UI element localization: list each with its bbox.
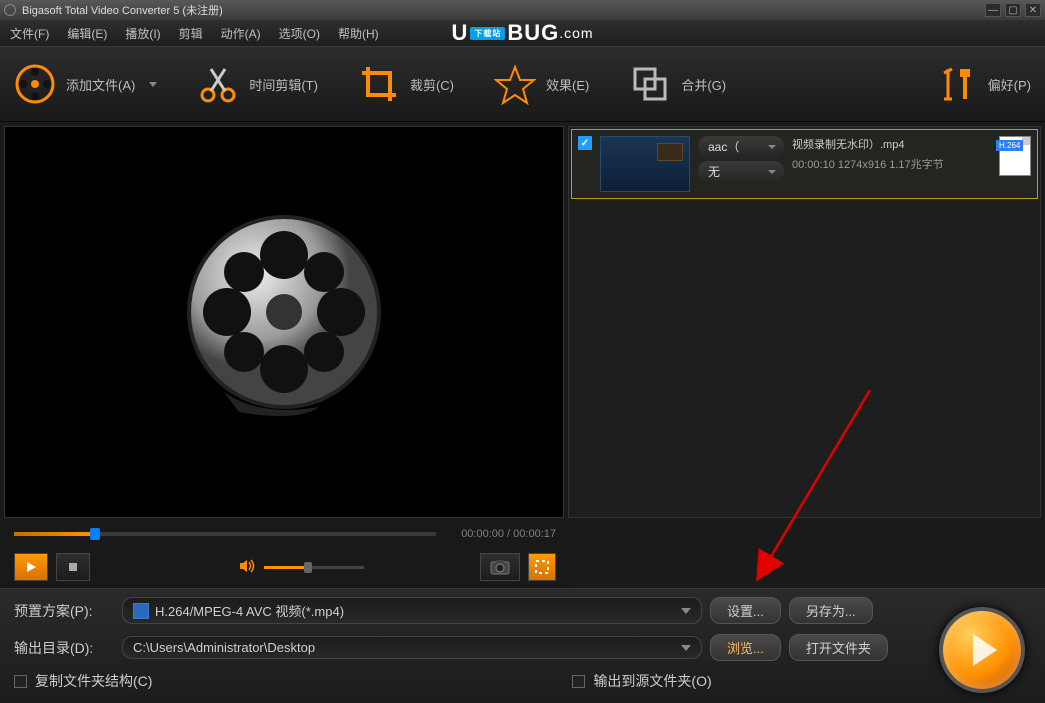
reel-icon: [14, 63, 56, 105]
minimize-button[interactable]: —: [985, 3, 1001, 17]
film-reel-image: [169, 207, 399, 437]
format-icon: [133, 603, 149, 619]
stop-button[interactable]: [56, 553, 90, 581]
menu-option[interactable]: 选项(O): [279, 25, 320, 42]
chevron-down-icon: [681, 608, 691, 614]
output-dir-label: 输出目录(D):: [14, 638, 114, 658]
preset-value: H.264/MPEG-4 AVC 视频(*.mp4): [155, 601, 344, 620]
convert-button[interactable]: [939, 607, 1025, 693]
file-checkbox[interactable]: ✓: [578, 136, 592, 150]
title-bar: Bigasoft Total Video Converter 5 (未注册) —…: [0, 0, 1045, 20]
effect-button[interactable]: 效果(E): [494, 63, 589, 105]
codec-badge: H.264: [996, 140, 1023, 151]
main-area: ✓ aac（ 无 视频录制无水印）.mp4 00:00:10 1274x916 …: [0, 122, 1045, 522]
menu-trim[interactable]: 剪辑: [179, 25, 203, 42]
file-list-panel: ✓ aac（ 无 视频录制无水印）.mp4 00:00:10 1274x916 …: [568, 126, 1041, 518]
star-icon: [494, 63, 536, 105]
merge-label: 合并(G): [681, 75, 726, 94]
output-dir-value: C:\Users\Administrator\Desktop: [133, 640, 315, 655]
file-item[interactable]: ✓ aac（ 无 视频录制无水印）.mp4 00:00:10 1274x916 …: [571, 129, 1038, 199]
timeline-row: 00:00:00 / 00:00:17: [0, 522, 570, 546]
output-dir-field[interactable]: C:\Users\Administrator\Desktop: [122, 636, 702, 659]
output-to-source-checkbox[interactable]: [572, 675, 585, 688]
output-to-source-label: 输出到源文件夹(O): [593, 671, 711, 691]
save-as-button[interactable]: 另存为...: [789, 597, 873, 624]
fullscreen-button[interactable]: [528, 553, 556, 581]
settings-button[interactable]: 设置...: [710, 597, 781, 624]
copy-structure-label: 复制文件夹结构(C): [35, 671, 152, 691]
copy-structure-checkbox[interactable]: [14, 675, 27, 688]
preference-label: 偏好(P): [988, 75, 1031, 94]
file-meta: 00:00:10 1274x916 1.17兆字节: [792, 156, 944, 172]
bottom-panel: 预置方案(P): H.264/MPEG-4 AVC 视频(*.mp4) 设置..…: [0, 588, 1045, 703]
player-controls: [0, 546, 570, 588]
add-file-label: 添加文件(A): [66, 75, 135, 94]
watermark-logo: U下载站BUG.com: [451, 20, 593, 46]
preview-panel: [4, 126, 564, 518]
merge-icon: [629, 63, 671, 105]
merge-button[interactable]: 合并(G): [629, 63, 726, 105]
tools-icon: [936, 63, 978, 105]
time-display: 00:00:00 / 00:00:17: [446, 528, 556, 540]
preset-dropdown[interactable]: H.264/MPEG-4 AVC 视频(*.mp4): [122, 597, 702, 624]
chevron-down-icon: [149, 82, 157, 87]
play-button[interactable]: [14, 553, 48, 581]
file-name: 视频录制无水印）.mp4: [792, 136, 944, 152]
trim-label: 时间剪辑(T): [249, 75, 318, 94]
file-type-icon: H.264: [999, 136, 1031, 176]
add-file-button[interactable]: 添加文件(A): [14, 63, 157, 105]
play-icon: [973, 634, 997, 666]
subtitle-dropdown[interactable]: 无: [698, 161, 784, 182]
chevron-down-icon: [681, 645, 691, 651]
menu-edit[interactable]: 编辑(E): [67, 25, 107, 42]
menu-play[interactable]: 播放(I): [125, 25, 160, 42]
menu-help[interactable]: 帮助(H): [338, 25, 379, 42]
crop-label: 裁剪(C): [410, 75, 454, 94]
open-folder-button[interactable]: 打开文件夹: [789, 634, 888, 661]
file-thumbnail: [600, 136, 690, 192]
scissors-icon: [197, 63, 239, 105]
volume-icon[interactable]: [238, 557, 256, 578]
volume-slider[interactable]: [264, 566, 364, 569]
timeline-slider[interactable]: [14, 532, 436, 536]
maximize-button[interactable]: ▢: [1005, 3, 1021, 17]
app-icon: [4, 4, 16, 16]
crop-icon: [358, 63, 400, 105]
snapshot-button[interactable]: [480, 553, 520, 581]
trim-button[interactable]: 时间剪辑(T): [197, 63, 318, 105]
close-button[interactable]: ✕: [1025, 3, 1041, 17]
preference-button[interactable]: 偏好(P): [936, 63, 1031, 105]
audio-codec-dropdown[interactable]: aac（: [698, 136, 784, 157]
preset-label: 预置方案(P):: [14, 601, 114, 621]
browse-button[interactable]: 浏览...: [710, 634, 781, 661]
main-toolbar: 添加文件(A) 时间剪辑(T) 裁剪(C) 效果(E) 合并(G) 偏好(P): [0, 46, 1045, 122]
menu-action[interactable]: 动作(A): [221, 25, 261, 42]
effect-label: 效果(E): [546, 75, 589, 94]
menu-bar: 文件(F) 编辑(E) 播放(I) 剪辑 动作(A) 选项(O) 帮助(H) U…: [0, 20, 1045, 46]
crop-button[interactable]: 裁剪(C): [358, 63, 454, 105]
window-title: Bigasoft Total Video Converter 5 (未注册): [22, 2, 223, 18]
menu-file[interactable]: 文件(F): [10, 25, 49, 42]
